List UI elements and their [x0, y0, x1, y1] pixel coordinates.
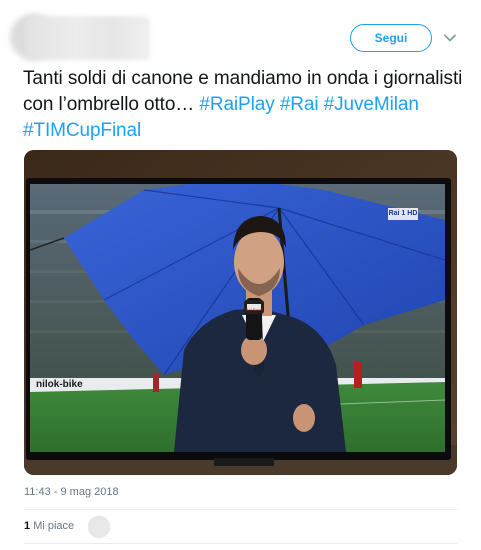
tweet-text: Tanti soldi di canone e mandiamo in onda…	[23, 66, 463, 144]
ad-board-text: nilok-bike	[36, 379, 83, 390]
chevron-down-icon[interactable]	[443, 31, 457, 45]
likes-stat[interactable]: 1 Mi piace	[24, 520, 74, 532]
tweet-timestamp[interactable]: 11:43 - 9 mag 2018	[24, 486, 119, 498]
tweet-header: Segui	[0, 0, 481, 62]
hashtag-link[interactable]: #TIMCupFinal	[23, 120, 141, 141]
hashtag-link[interactable]: #Rai	[280, 94, 319, 115]
follow-button[interactable]: Segui	[350, 24, 432, 52]
microphone-logo: Rai Sport	[245, 307, 263, 312]
hashtag-link[interactable]: #RaiPlay	[199, 94, 274, 115]
tweet-card: Segui Tanti soldi di canone e mandiamo i…	[0, 0, 481, 550]
tweet-photo[interactable]: Rai 1 HD Rai Sport nilok-bike	[24, 150, 457, 475]
likes-count: 1	[24, 520, 31, 532]
divider	[24, 509, 457, 510]
divider	[24, 543, 457, 544]
channel-logo: Rai 1 HD	[388, 210, 418, 217]
liker-avatar[interactable]	[88, 516, 110, 538]
tv-photo-illustration	[24, 150, 457, 475]
likes-label: Mi piace	[33, 520, 75, 532]
hashtag-link[interactable]: #JuveMilan	[324, 94, 419, 115]
author-name-redacted[interactable]	[26, 16, 150, 60]
